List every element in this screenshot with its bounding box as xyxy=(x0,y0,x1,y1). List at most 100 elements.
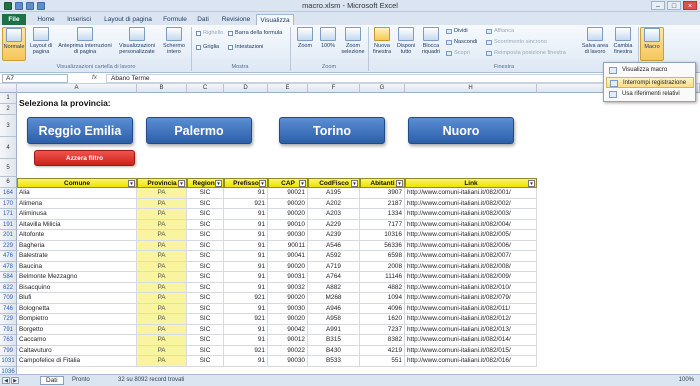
row-header[interactable]: 584 xyxy=(0,272,17,283)
table-cell[interactable]: 90021 xyxy=(268,188,308,199)
table-cell[interactable]: 90011 xyxy=(268,240,308,251)
table-cell[interactable]: A546 xyxy=(308,240,360,251)
first-sheet-icon[interactable]: ◀ xyxy=(2,377,10,384)
table-cell[interactable]: Campofelice di Fitalia xyxy=(17,356,137,367)
table-cell[interactable]: http://www.comuni-italiani.it/082/007/ xyxy=(405,251,537,262)
row-header[interactable]: 201 xyxy=(0,230,17,241)
table-cell[interactable]: 4882 xyxy=(360,282,405,293)
table-cell[interactable]: 91 xyxy=(224,230,268,241)
filter-arrow-icon[interactable]: ▾ xyxy=(528,180,535,187)
table-cell[interactable]: http://www.comuni-italiani.it/082/012/ xyxy=(405,314,537,325)
table-cell[interactable]: SIC xyxy=(187,356,224,367)
table-cell[interactable]: 1334 xyxy=(360,209,405,220)
row-header[interactable]: 763 xyxy=(0,335,17,346)
azzera-filtro-button[interactable]: Azzera filtro xyxy=(34,150,135,166)
zoom-selezione-button[interactable]: Zoom selezione xyxy=(340,27,366,61)
tab-layout-di-pagina[interactable]: Layout di pagina xyxy=(100,14,156,25)
table-cell[interactable]: 7177 xyxy=(360,219,405,230)
table-cell[interactable]: A719 xyxy=(308,261,360,272)
table-cell[interactable]: A202 xyxy=(308,198,360,209)
normale-button[interactable]: Normale xyxy=(2,27,26,61)
table-cell[interactable]: http://www.comuni-italiani.it/082/001/ xyxy=(405,188,537,199)
table-cell[interactable]: 90020 xyxy=(268,314,308,325)
table-cell[interactable]: SIC xyxy=(187,314,224,325)
table-cell[interactable]: 2008 xyxy=(360,261,405,272)
anteprima-interruzioni-button[interactable]: Anteprima interruzioni di pagina xyxy=(56,27,114,61)
table-cell[interactable]: 90030 xyxy=(268,230,308,241)
table-cell[interactable]: PA xyxy=(137,303,187,314)
table-cell[interactable]: 3907 xyxy=(360,188,405,199)
table-header-cell[interactable]: Comune ▾ xyxy=(17,178,137,188)
table-cell[interactable]: A764 xyxy=(308,272,360,283)
row-header[interactable]: 709 xyxy=(0,293,17,304)
table-cell[interactable]: SIC xyxy=(187,240,224,251)
zoom-button[interactable]: Zoom xyxy=(294,27,316,61)
table-cell[interactable]: http://www.comuni-italiani.it/082/006/ xyxy=(405,240,537,251)
table-cell[interactable]: 1094 xyxy=(360,293,405,304)
table-cell[interactable]: SIC xyxy=(187,261,224,272)
table-cell[interactable]: 90031 xyxy=(268,272,308,283)
table-cell[interactable]: 90020 xyxy=(268,209,308,220)
filter-arrow-icon[interactable]: ▾ xyxy=(215,180,222,187)
table-cell[interactable]: PA xyxy=(137,282,187,293)
table-cell[interactable]: A991 xyxy=(308,324,360,335)
table-cell[interactable]: 91 xyxy=(224,261,268,272)
table-cell[interactable]: Aliminusa xyxy=(17,209,137,220)
tab-visualizza[interactable]: Visualizza xyxy=(256,14,294,25)
table-cell[interactable]: B315 xyxy=(308,335,360,346)
row-header[interactable]: 1031 xyxy=(0,356,17,367)
table-cell[interactable]: PA xyxy=(137,324,187,335)
torino-button[interactable]: Torino xyxy=(279,117,385,144)
table-cell[interactable]: http://www.comuni-italiani.it/082/005/ xyxy=(405,230,537,241)
griglia-checkbox[interactable]: Griglia xyxy=(196,44,219,50)
table-cell[interactable]: 90020 xyxy=(268,293,308,304)
table-cell[interactable]: 91 xyxy=(224,303,268,314)
scorrimento-sincrono-button[interactable]: Scorrimento sincrono xyxy=(486,39,547,45)
row-header[interactable]: 191 xyxy=(0,219,17,230)
table-cell[interactable]: A958 xyxy=(308,314,360,325)
table-header-cell[interactable]: CodFisco ▾ xyxy=(308,178,360,188)
reggio-emilia-button[interactable]: Reggio Emilia xyxy=(27,117,133,144)
select-all-corner[interactable] xyxy=(0,84,17,93)
filter-arrow-icon[interactable]: ▾ xyxy=(396,180,403,187)
table-cell[interactable]: SIC xyxy=(187,272,224,283)
table-cell[interactable]: A946 xyxy=(308,303,360,314)
table-cell[interactable]: 11146 xyxy=(360,272,405,283)
close-icon[interactable]: × xyxy=(683,1,697,10)
table-cell[interactable]: 4096 xyxy=(360,303,405,314)
zoom-100-button[interactable]: 100% xyxy=(318,27,338,61)
row-header[interactable]: 1 xyxy=(0,93,17,104)
table-cell[interactable]: A882 xyxy=(308,282,360,293)
cambia-finestra-button[interactable]: Cambia finestra xyxy=(610,27,636,61)
row-header[interactable]: 164 xyxy=(0,188,17,199)
table-cell[interactable]: PA xyxy=(137,230,187,241)
tab-inserisci[interactable]: Inserisci xyxy=(64,14,94,25)
table-cell[interactable]: PA xyxy=(137,188,187,199)
layout-di-pagina-button[interactable]: Layout di pagina xyxy=(28,27,54,61)
table-cell[interactable]: PA xyxy=(137,314,187,325)
table-cell[interactable]: Balestrate xyxy=(17,251,137,262)
last-sheet-icon[interactable]: ▶ xyxy=(11,377,19,384)
table-cell[interactable]: SIC xyxy=(187,219,224,230)
table-cell[interactable]: PA xyxy=(137,261,187,272)
table-header-cell[interactable]: Provincia ▾ xyxy=(137,178,187,188)
table-cell[interactable]: SIC xyxy=(187,251,224,262)
table-header-cell[interactable]: CAP ▾ xyxy=(268,178,308,188)
column-header[interactable]: H xyxy=(405,84,537,93)
column-header[interactable]: B xyxy=(137,84,187,93)
table-cell[interactable]: http://www.comuni-italiani.it/082/004/ xyxy=(405,219,537,230)
table-cell[interactable]: A239 xyxy=(308,230,360,241)
table-cell[interactable]: 7237 xyxy=(360,324,405,335)
table-header-cell[interactable]: Prefisso ▾ xyxy=(224,178,268,188)
row-header[interactable]: 4 xyxy=(0,137,17,159)
table-cell[interactable]: http://www.comuni-italiani.it/082/003/ xyxy=(405,209,537,220)
table-cell[interactable]: 91 xyxy=(224,240,268,251)
table-cell[interactable]: Bompietro xyxy=(17,314,137,325)
table-cell[interactable]: SIC xyxy=(187,188,224,199)
tab-home[interactable]: Home xyxy=(30,14,62,25)
table-cell[interactable]: SIC xyxy=(187,345,224,356)
table-cell[interactable]: 91 xyxy=(224,356,268,367)
column-header[interactable]: D xyxy=(224,84,268,93)
table-cell[interactable]: SIC xyxy=(187,293,224,304)
table-cell[interactable]: A203 xyxy=(308,209,360,220)
